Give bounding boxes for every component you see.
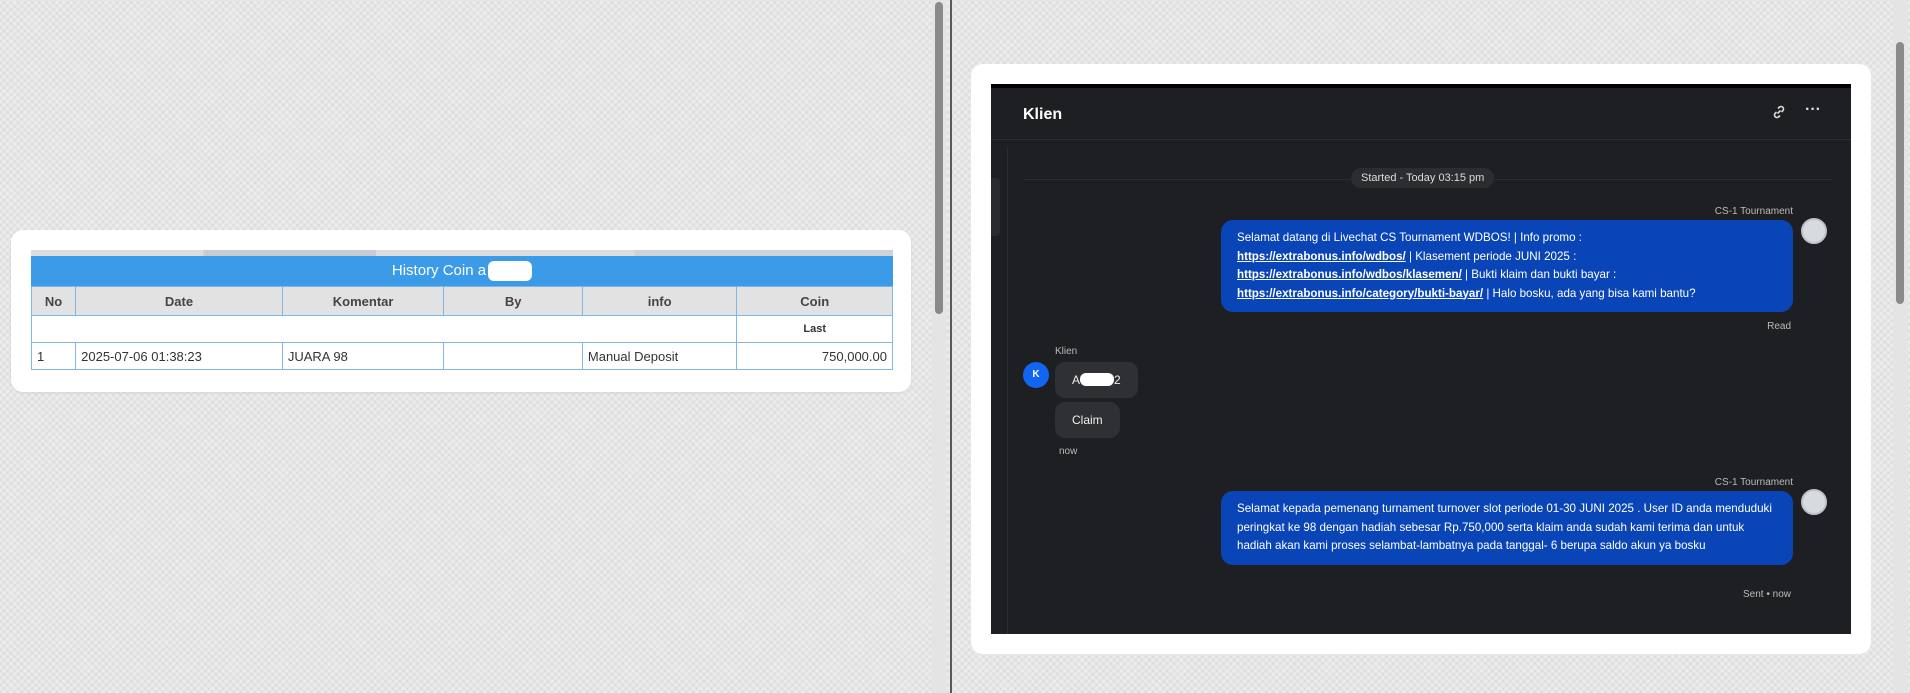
last-row-empty: [30, 315, 738, 343]
agent-message-2: Selamat kepada pemenang turnament turnov…: [1221, 491, 1793, 565]
msg1-mid1: | Klasement periode JUNI 2025 :: [1405, 249, 1577, 263]
cell-komentar: JUARA 98: [281, 342, 445, 370]
agent-label-2: CS-1 Tournament: [1714, 477, 1793, 488]
cell-no: 1: [30, 342, 77, 370]
more-icon[interactable]: ···: [1805, 101, 1821, 119]
msg1-line1: Selamat datang di Livechat CS Tournament…: [1237, 231, 1582, 244]
col-komentar: Komentar: [281, 286, 445, 316]
redaction-mark: [488, 261, 533, 282]
chat-header: Klien ···: [991, 88, 1851, 140]
col-info: info: [581, 286, 738, 316]
agent-avatar-2: [1801, 489, 1827, 515]
link-icon[interactable]: [1771, 104, 1787, 125]
left-scrollbar[interactable]: [932, 0, 946, 693]
client-time: now: [1059, 446, 1078, 457]
history-title-text: History Coin a: [391, 262, 487, 279]
msg1-tail: | Halo bosku, ada yang bisa kami bantu?: [1483, 286, 1696, 300]
started-badge: Started - Today 03:15 pm: [1351, 168, 1495, 188]
client-message-claim: Claim: [1055, 402, 1120, 438]
client-msg1-pre: A: [1072, 373, 1081, 387]
last-label: Last: [736, 315, 893, 343]
msg1-mid2: | Bukti klaim dan bukti bayar :: [1461, 268, 1617, 281]
promo-link[interactable]: https://extrabonus.info/wdbos/: [1237, 250, 1406, 263]
chat-panel: Klien ··· Started - Today 03:15 pm CS-1 …: [991, 84, 1851, 634]
table-row: 1 2025-07-06 01:38:23 JUARA 98 Manual De…: [30, 342, 893, 370]
read-status: Read: [1767, 321, 1791, 332]
left-scrollbar-thumb[interactable]: [935, 2, 943, 314]
pane-divider: [950, 0, 952, 693]
cell-coin: 750,000.00: [736, 342, 893, 370]
history-table: No Date Komentar By info Coin Last 1 202…: [30, 286, 893, 370]
thread-line: [1007, 148, 1008, 634]
cell-date: 2025-07-06 01:38:23: [75, 342, 283, 370]
client-msg1-post: 2: [1114, 373, 1121, 387]
history-table-wrap: History Coin a No Date Komentar By info …: [30, 250, 893, 370]
col-by: By: [443, 286, 583, 316]
history-title: History Coin a: [31, 256, 893, 286]
right-scrollbar-thumb[interactable]: [1896, 42, 1904, 304]
col-date: Date: [75, 286, 283, 316]
agent-avatar: [1801, 218, 1827, 244]
chat-title: Klien: [1023, 106, 1063, 123]
chat-card: Klien ··· Started - Today 03:15 pm CS-1 …: [971, 64, 1871, 654]
client-message: A2: [1055, 362, 1138, 398]
col-coin: Coin: [736, 286, 893, 316]
agent-message: Selamat datang di Livechat CS Tournament…: [1221, 220, 1793, 312]
bukti-bayar-link[interactable]: https://extrabonus.info/category/bukti-b…: [1237, 287, 1483, 300]
col-no: No: [30, 286, 77, 316]
history-card: History Coin a No Date Komentar By info …: [11, 230, 911, 392]
avatar: K: [1023, 362, 1049, 388]
collapsed-panel-tab: [991, 178, 1000, 236]
redaction-mark: [1080, 373, 1115, 387]
cell-by: [443, 342, 583, 370]
client-label: Klien: [1055, 346, 1078, 357]
agent-label: CS-1 Tournament: [1714, 206, 1793, 217]
sent-status: Sent • now: [1743, 589, 1791, 600]
cell-info: Manual Deposit: [581, 342, 738, 370]
last-row: Last: [30, 315, 893, 343]
msg2-text: Selamat kepada pemenang turnament turnov…: [1237, 502, 1772, 552]
klasemen-link[interactable]: https://extrabonus.info/wdbos/klasemen/: [1237, 268, 1462, 281]
right-scrollbar[interactable]: [1893, 0, 1907, 693]
